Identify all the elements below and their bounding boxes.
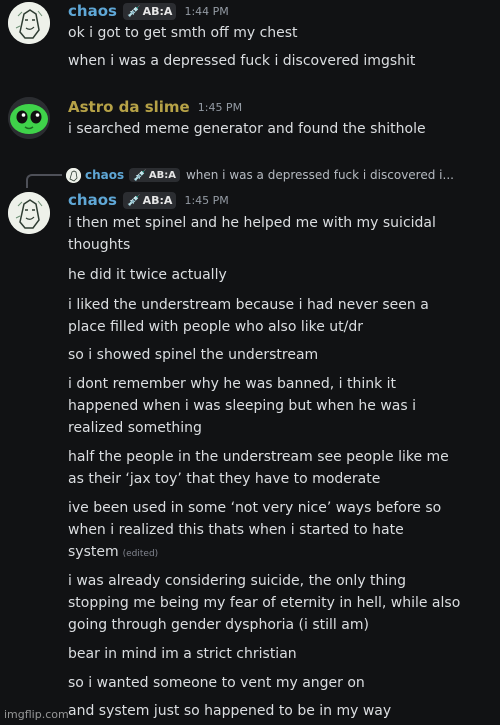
syringe-icon: 💉 [126, 193, 141, 207]
green-slime-alien-avatar-icon [8, 97, 50, 139]
reply-username[interactable]: chaos [85, 168, 124, 182]
sketch-character-avatar-icon [8, 2, 50, 44]
timestamp[interactable]: 1:44 PM [184, 5, 228, 18]
message-line: going through gender dysphoria (i still … [68, 617, 369, 633]
message-line: when i was a depressed fuck i discovered… [68, 53, 416, 69]
message-line: i searched meme generator and found the … [68, 121, 426, 137]
message-line: half the people in the understream see p… [68, 449, 449, 465]
message-header: Astro da slime 1:45 PM [68, 96, 242, 118]
username[interactable]: chaos [68, 2, 117, 20]
message-line: happened when i was sleeping but when he… [68, 398, 416, 414]
message-line: i dont remember why he was banned, i thi… [68, 376, 397, 392]
message-line: bear in mind im a strict christian [68, 646, 297, 662]
message-line: he did it twice actually [68, 267, 227, 283]
message-line: realized something [68, 420, 202, 436]
sketch-character-avatar-icon [66, 167, 81, 183]
timestamp[interactable]: 1:45 PM [198, 101, 242, 114]
message-line: as their ‘jax toy’ that they have to mod… [68, 471, 381, 487]
message-line: so i wanted someone to vent my anger on [68, 675, 365, 691]
avatar[interactable] [8, 192, 50, 234]
timestamp[interactable]: 1:45 PM [184, 194, 228, 207]
clan-tag-label: AB:A [142, 4, 173, 18]
message-line: place filled with people who also like u… [68, 319, 364, 335]
chat-log: chaos 💉 AB:A 1:44 PM ok i got to get smt… [0, 0, 500, 725]
message-line: thoughts [68, 237, 131, 253]
edited-label: (edited) [122, 549, 159, 559]
username[interactable]: Astro da slime [68, 98, 190, 116]
reply-text: when i was a depressed fuck i discovered… [185, 168, 454, 182]
username[interactable]: chaos [68, 191, 117, 209]
reply-preview[interactable]: chaos 💉 AB:A when i was a depressed fuck… [66, 166, 454, 184]
message-line: when i realized this thats when i starte… [68, 522, 404, 538]
avatar[interactable] [8, 97, 50, 139]
message-line: stopping me being my fear of eternity in… [68, 595, 461, 611]
sketch-character-avatar-icon [8, 192, 50, 234]
message-line: i then met spinel and he helped me with … [68, 215, 436, 231]
message-header: chaos 💉 AB:A 1:45 PM [68, 189, 229, 211]
message-line: i was already considering suicide, the o… [68, 573, 407, 589]
clan-tag-label: AB:A [142, 193, 173, 207]
message-line: system (edited) [68, 541, 493, 565]
syringe-icon: 💉 [133, 168, 147, 182]
message-line: ive been used in some ‘not very nice’ wa… [68, 500, 442, 516]
reply-avatar [66, 167, 81, 183]
message-line: so i showed spinel the understream [68, 347, 319, 363]
reply-connector [26, 174, 62, 188]
avatar[interactable] [8, 2, 50, 44]
message-line: ok i got to get smth off my chest [68, 25, 298, 41]
clan-tag-label: AB:A [148, 169, 176, 181]
clan-tag[interactable]: 💉 AB:A [122, 191, 177, 209]
message-header: chaos 💉 AB:A 1:44 PM [68, 0, 229, 22]
watermark: imgflip.com [4, 708, 69, 721]
clan-tag[interactable]: 💉 AB:A [122, 2, 177, 20]
message-text: system [68, 544, 119, 560]
message-line: and system just so happened to be in my … [68, 703, 392, 719]
syringe-icon: 💉 [126, 4, 141, 18]
message-line: i liked the understream because i had ne… [68, 297, 429, 313]
clan-tag[interactable]: 💉 AB:A [129, 168, 180, 182]
